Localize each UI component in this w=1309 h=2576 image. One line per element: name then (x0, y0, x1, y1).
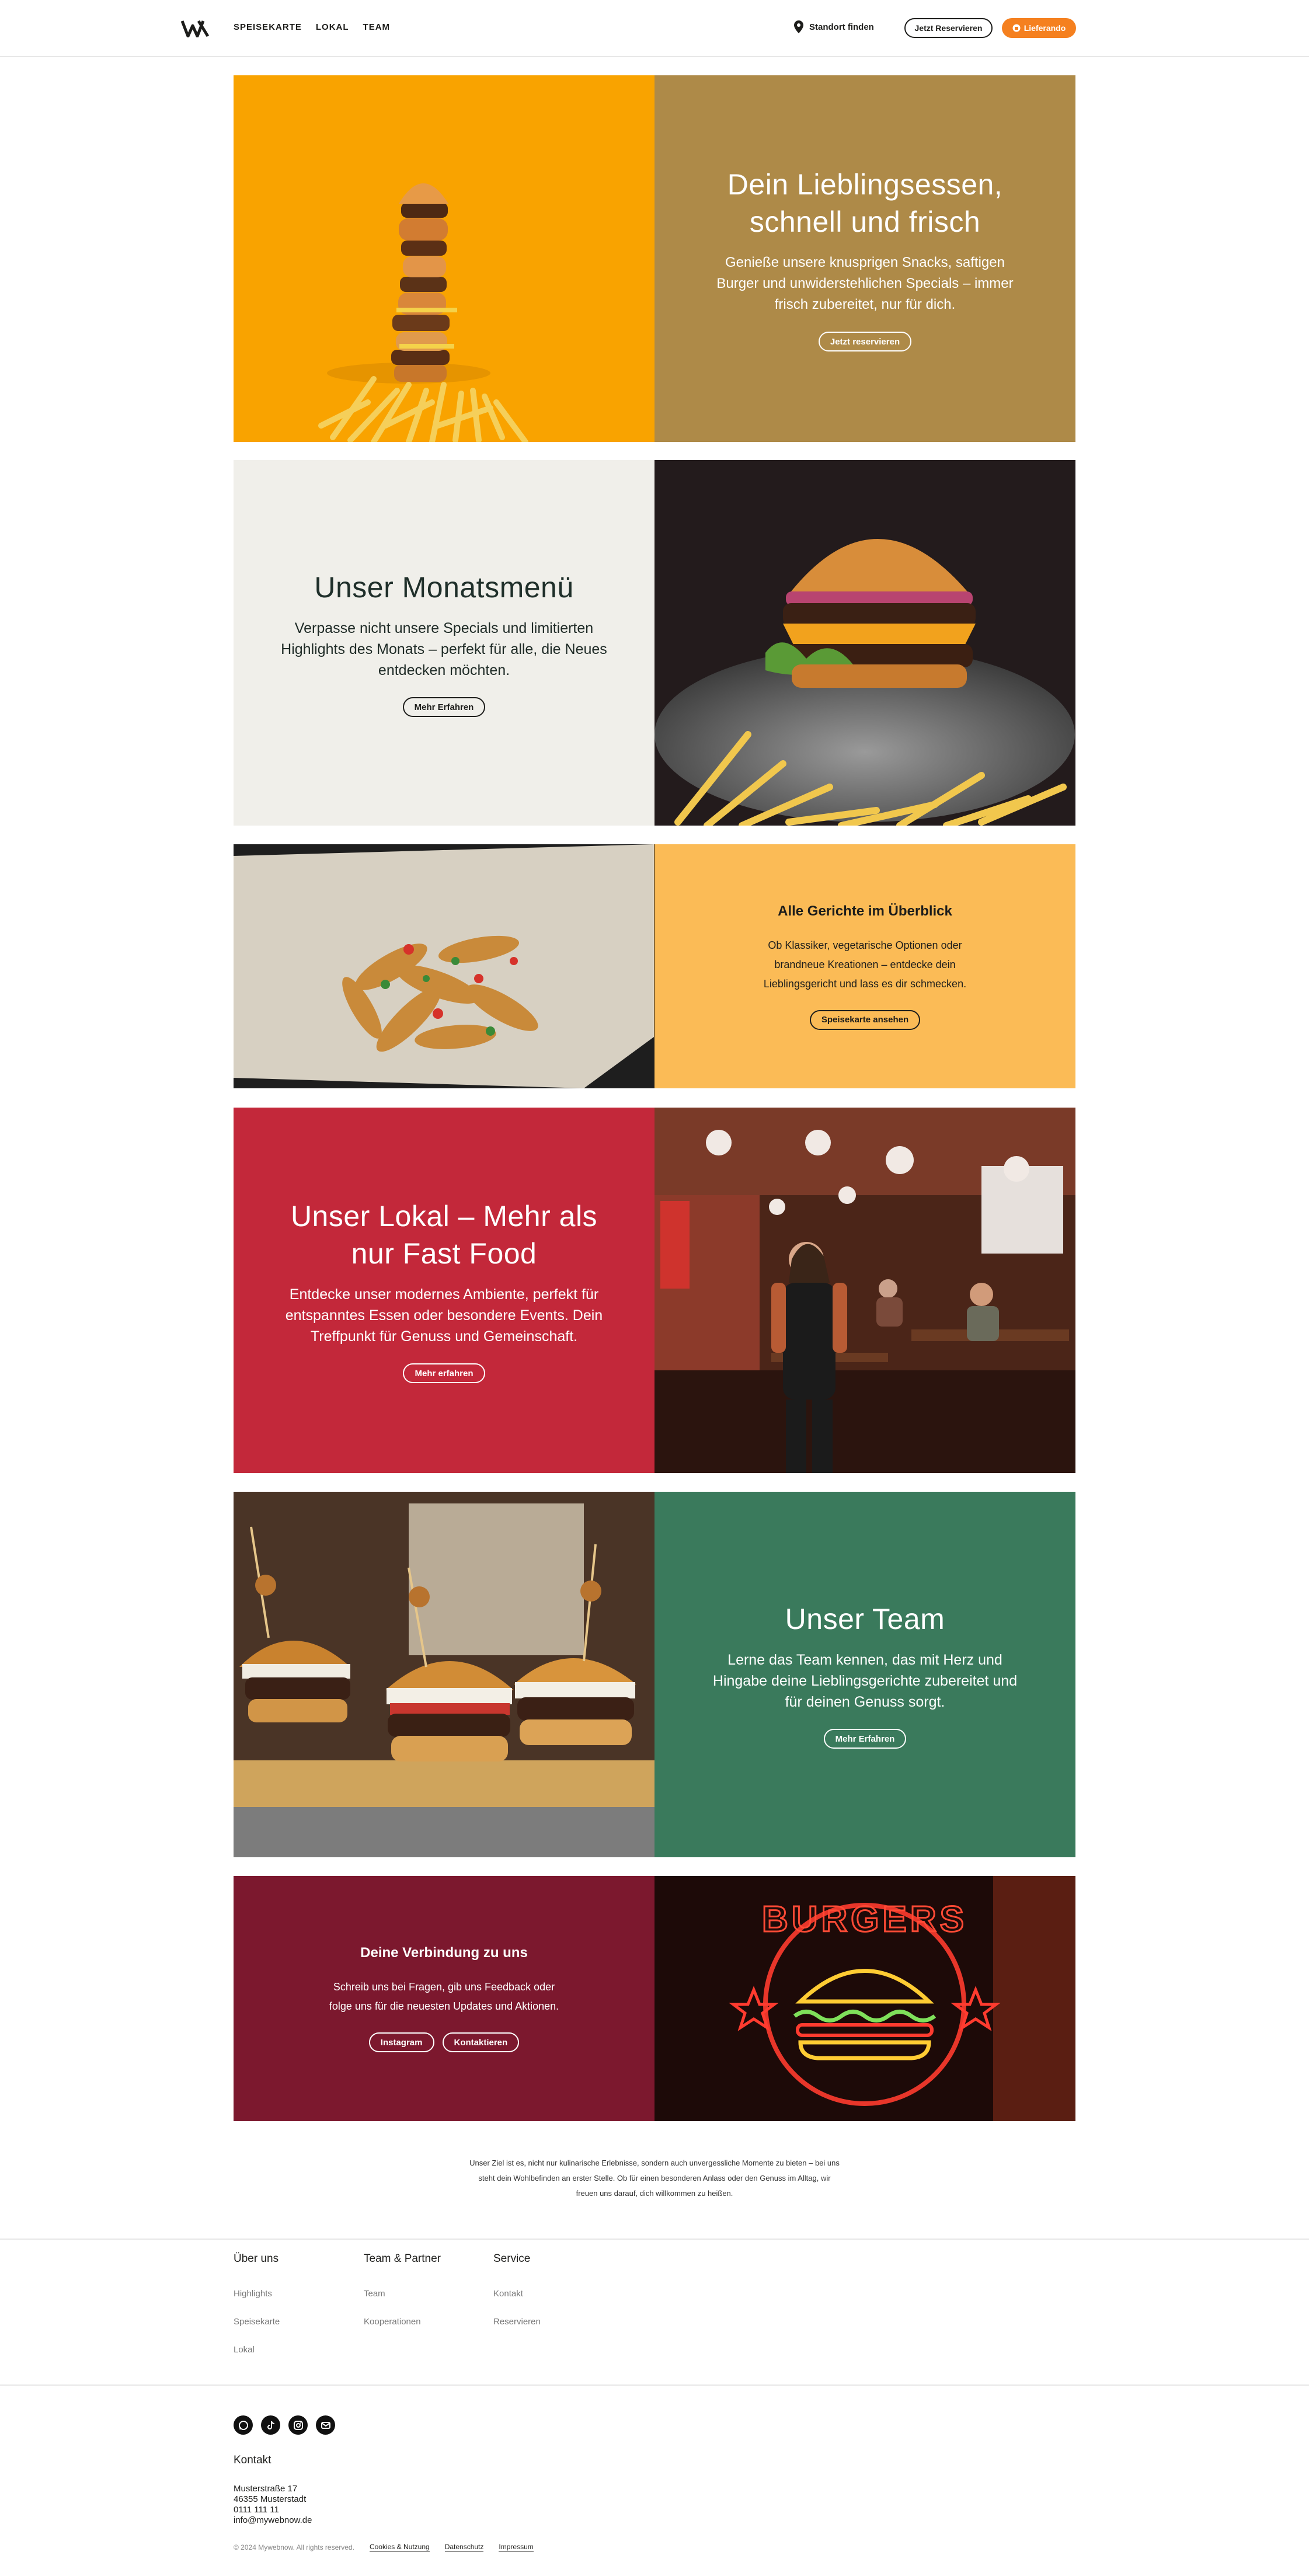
whatsapp-icon[interactable] (234, 2415, 253, 2435)
verbindung-text-panel: Deine Verbindung zu uns Schreib uns bei … (234, 1876, 654, 2121)
lokal-text-panel: Unser Lokal – Mehr als nur Fast Food Ent… (234, 1108, 654, 1473)
team-button[interactable]: Mehr Erfahren (823, 1729, 907, 1749)
footer-link-team[interactable]: Team (364, 2289, 441, 2299)
kontaktieren-button[interactable]: Kontaktieren (442, 2032, 520, 2052)
footer-link-reservieren[interactable]: Reservieren (493, 2317, 541, 2327)
gerichte-title: Alle Gerichte im Überblick (778, 903, 952, 919)
site-header: SPEISEKARTE LOKAL TEAM Standort finden J… (0, 0, 1309, 57)
gerichte-text-panel: Alle Gerichte im Überblick Ob Klassiker,… (654, 844, 1075, 1088)
verbindung-section: Deine Verbindung zu uns Schreib uns bei … (234, 1876, 1075, 2121)
address-city: 46355 Musterstadt (234, 2494, 307, 2504)
footer-col-ueber-uns: Über uns Highlights Speisekarte Lokal (234, 2253, 280, 2373)
hero-title: Dein Lieblingsessen, schnell und frisch (727, 168, 1003, 238)
copyright: © 2024 Mywebnow. All rights reserved. (234, 2543, 354, 2551)
gerichte-wedges-image (234, 844, 654, 1088)
tiktok-icon[interactable] (261, 2415, 280, 2435)
footer-col-title: Team & Partner (364, 2253, 441, 2265)
kontakt-address: Musterstraße 17 46355 Musterstadt 0111 1… (234, 2484, 312, 2526)
logo-icon (180, 20, 210, 38)
team-text: Lerne das Team kennen, das mit Herz und … (712, 1652, 1018, 1710)
summary-text: Unser Ziel ist es, nicht nur kulinarisch… (469, 2159, 840, 2198)
lieferando-label: Lieferando (1023, 23, 1066, 33)
standort-label: Standort finden (809, 22, 874, 32)
gerichte-text: Ob Klassiker, vegetarische Optionen oder… (763, 939, 967, 990)
footer-col-team-partner: Team & Partner Team Kooperationen (364, 2253, 441, 2345)
speisekarte-button[interactable]: Speisekarte ansehen (809, 1009, 921, 1030)
location-pin-icon (794, 20, 803, 33)
lokal-title: Unser Lokal – Mehr als nur Fast Food (290, 1200, 598, 1270)
monatsmenu-title: Unser Monatsmenü (314, 571, 574, 604)
monatsmenu-section: Unser Monatsmenü Verpasse nicht unsere S… (234, 460, 1075, 826)
main-nav: SPEISEKARTE LOKAL TEAM (234, 22, 390, 32)
legal-link-datenschutz[interactable]: Datenschutz (444, 2543, 484, 2551)
team-title: Unser Team (785, 1603, 945, 1635)
address-street: Musterstraße 17 (234, 2484, 298, 2494)
nav-team[interactable]: TEAM (363, 22, 391, 32)
instagram-icon[interactable] (288, 2415, 308, 2435)
footer-col-service: Service Kontakt Reservieren (493, 2253, 541, 2345)
kontakt-title: Kontakt (234, 2454, 271, 2466)
footer-col-title: Service (493, 2253, 531, 2265)
hero-section: Dein Lieblingsessen, schnell und frisch … (234, 75, 1075, 442)
address-phone[interactable]: 0111 111 11 (234, 2505, 312, 2515)
legal-bar: © 2024 Mywebnow. All rights reserved. Co… (234, 2543, 534, 2551)
nav-lokal[interactable]: LOKAL (316, 22, 349, 32)
logo[interactable] (180, 20, 210, 38)
hero-text-panel: Dein Lieblingsessen, schnell und frisch … (654, 75, 1075, 442)
nav-speisekarte[interactable]: SPEISEKARTE (234, 22, 302, 32)
neon-text: BURGERS (762, 1899, 967, 1940)
instagram-button[interactable]: Instagram (368, 2032, 434, 2052)
footer-link-kooperationen[interactable]: Kooperationen (364, 2317, 441, 2327)
legal-link-impressum[interactable]: Impressum (499, 2543, 534, 2551)
verbindung-buttons: Instagram Kontaktieren (368, 2016, 520, 2052)
team-text-panel: Unser Team Lerne das Team kennen, das mi… (654, 1492, 1075, 1857)
monatsmenu-text-panel: Unser Monatsmenü Verpasse nicht unsere S… (234, 460, 654, 826)
social-icons (234, 2415, 335, 2435)
reserve-button[interactable]: Jetzt Reservieren (904, 18, 993, 38)
address-email[interactable]: info@mywebnow.de (234, 2515, 312, 2526)
hero-text: Genieße unsere knusprigen Snacks, saftig… (716, 255, 1014, 312)
monatsmenu-burger-image (654, 460, 1075, 826)
team-burgers-image (234, 1492, 654, 1857)
footer-link-highlights[interactable]: Highlights (234, 2289, 280, 2299)
standort-link[interactable]: Standort finden (794, 20, 874, 33)
monatsmenu-text: Verpasse nicht unsere Specials und limit… (281, 620, 607, 678)
hero-reserve-button[interactable]: Jetzt reservieren (818, 332, 912, 351)
lieferando-icon (1012, 24, 1021, 32)
footer-links-area (0, 2239, 1309, 2386)
lokal-text: Entdecke unser modernes Ambiente, perfek… (285, 1286, 603, 1345)
lokal-interior-image (654, 1108, 1075, 1473)
verbindung-text: Schreib uns bei Fragen, gib uns Feedback… (329, 1981, 559, 2012)
footer-link-kontakt[interactable]: Kontakt (493, 2289, 541, 2299)
footer-link-lokal[interactable]: Lokal (234, 2345, 280, 2355)
mail-icon[interactable] (316, 2415, 335, 2435)
neon-burgers-image: BURGERS (654, 1876, 1075, 2121)
gerichte-section: Alle Gerichte im Überblick Ob Klassiker,… (234, 844, 1075, 1088)
hero-burger-image (234, 75, 654, 442)
legal-link-cookies[interactable]: Cookies & Nutzung (369, 2543, 430, 2551)
monatsmenu-button[interactable]: Mehr Erfahren (402, 697, 486, 717)
lokal-button[interactable]: Mehr erfahren (403, 1363, 485, 1383)
footer-link-speisekarte[interactable]: Speisekarte (234, 2317, 280, 2327)
verbindung-title: Deine Verbindung zu uns (360, 1945, 528, 1961)
team-section: Unser Team Lerne das Team kennen, das mi… (234, 1492, 1075, 1857)
lieferando-button[interactable]: Lieferando (1002, 18, 1076, 38)
lokal-section: Unser Lokal – Mehr als nur Fast Food Ent… (234, 1108, 1075, 1473)
footer-col-title: Über uns (234, 2253, 279, 2265)
